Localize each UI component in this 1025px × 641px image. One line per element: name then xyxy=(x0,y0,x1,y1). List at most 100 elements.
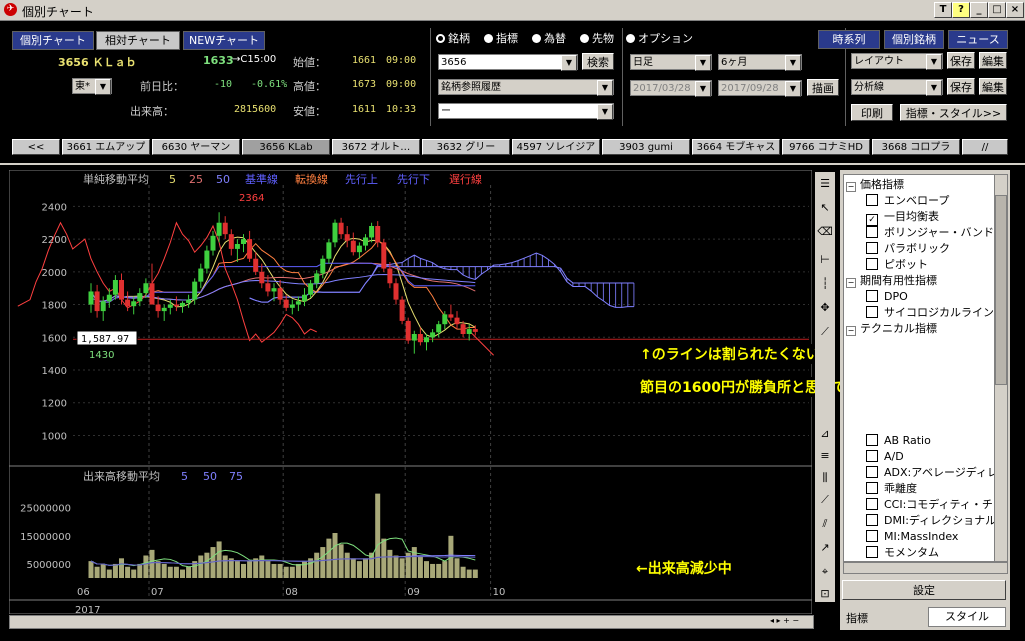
tree-item-cci[interactable]: CCI:コモディティ・チャ xyxy=(866,497,994,513)
tree-item-mi[interactable]: MI:MassIndex xyxy=(866,529,958,545)
stock-tab-prev[interactable]: << xyxy=(12,139,60,155)
stock-tab[interactable]: 9766 コナミHD xyxy=(782,139,870,155)
tree-item-dpo[interactable]: DPO xyxy=(866,289,908,305)
maximize-button[interactable]: □ xyxy=(988,2,1006,18)
edit-analysis-button[interactable]: 編集 xyxy=(979,78,1007,95)
save-layout-button[interactable]: 保存 xyxy=(947,52,975,69)
ray-icon[interactable]: ⟋ xyxy=(817,492,833,508)
tab-relative-chart[interactable]: 相対チャート xyxy=(96,31,180,50)
layout-select[interactable]: レイアウト ▼ xyxy=(851,53,943,70)
tree-item-adx[interactable]: ADX:アベレージディレ xyxy=(866,465,994,481)
stock-tab[interactable]: 4597 ソレイジア xyxy=(512,139,600,155)
tab-indicator[interactable]: 指標 xyxy=(846,610,868,626)
tree-item-ichimoku[interactable]: ✓ 一目均衡表 xyxy=(866,209,939,226)
radio-options[interactable]: オプション xyxy=(626,30,693,46)
tree-item-psychological[interactable]: サイコロジカルライン xyxy=(866,305,994,321)
scroll-thumb[interactable] xyxy=(995,195,1007,385)
fib-icon[interactable]: ≡ xyxy=(817,448,833,464)
cross-icon[interactable]: ✥ xyxy=(817,300,833,316)
period-type-select[interactable]: 日足 ▼ xyxy=(630,54,712,71)
tree-item-dmi[interactable]: DMI:ディレクショナル xyxy=(866,513,994,529)
candle-body xyxy=(350,240,356,253)
cursor-icon[interactable]: ↖ xyxy=(817,200,833,216)
market-select[interactable]: 東* ▼ xyxy=(72,78,112,95)
tree-hscrollbar[interactable] xyxy=(843,562,1008,574)
arrow-icon[interactable]: ↗ xyxy=(817,540,833,556)
radio-futures[interactable]: 先物 xyxy=(580,30,614,46)
indicator-style-button[interactable]: 指標・スタイル>> xyxy=(900,104,1007,121)
volume-bar xyxy=(472,569,478,578)
print-button[interactable]: 印刷 xyxy=(851,104,893,121)
volume-bar xyxy=(161,563,167,578)
price-tick-label: 1200 xyxy=(42,399,67,410)
tab-individual-chart[interactable]: 個別チャート xyxy=(12,31,94,50)
date-from[interactable]: 2017/03/28 ▼ xyxy=(630,80,712,97)
chevron-down-icon: ▼ xyxy=(95,79,111,95)
stock-tab[interactable]: 3664 モブキャス xyxy=(692,139,780,155)
stock-tab[interactable]: 3672 オルト… xyxy=(332,139,420,155)
volume-bar xyxy=(253,558,259,578)
channel-icon[interactable]: ⫽ xyxy=(817,516,833,532)
zoom-controls[interactable]: ◂ ▸ + − xyxy=(770,616,810,626)
blank-select[interactable]: ー ▼ xyxy=(438,103,614,120)
candle-body xyxy=(173,304,179,307)
menu-icon[interactable]: ☰ xyxy=(817,176,833,192)
tree-item-deviation[interactable]: 乖離度 xyxy=(866,481,917,497)
trendline-icon[interactable]: ⟋ xyxy=(817,324,833,340)
volume-bar xyxy=(466,569,472,578)
volume-bar xyxy=(436,563,442,578)
cycle-icon[interactable]: ⫼ xyxy=(817,470,833,486)
stock-tab-active[interactable]: 3656 KLab xyxy=(242,139,330,155)
tree-item-ad[interactable]: A/D xyxy=(866,449,904,465)
timeseries-button[interactable]: 時系列 xyxy=(818,30,880,49)
tab-new-chart[interactable]: NEWチャート xyxy=(183,31,265,50)
edit-layout-button[interactable]: 編集 xyxy=(979,52,1007,69)
tree-group-technical[interactable]: − テクニカル指標 xyxy=(846,321,937,337)
period-range-select[interactable]: 6ヶ月 ▼ xyxy=(718,54,802,71)
stock-tab[interactable]: 3668 コロプラ xyxy=(872,139,960,155)
tree-item-momentum[interactable]: モメンタム xyxy=(866,545,939,561)
individual-stock-button[interactable]: 個別銘柄 xyxy=(884,30,944,49)
search-button[interactable]: 検索 xyxy=(582,53,614,70)
minimize-button[interactable]: _ xyxy=(970,2,988,18)
tree-item-parabolic[interactable]: パラボリック xyxy=(866,241,950,257)
news-button[interactable]: ニュース xyxy=(948,30,1008,49)
date-to[interactable]: 2017/09/28 ▼ xyxy=(718,80,802,97)
hline-icon[interactable]: ⊢ xyxy=(817,252,833,268)
settings-button[interactable]: 設定 xyxy=(842,580,1006,600)
text-button[interactable]: T xyxy=(934,2,952,18)
code-input[interactable]: 3656 ▼ xyxy=(438,54,578,71)
tree-item-bollinger[interactable]: ボリンジャー・バンド xyxy=(866,225,994,241)
help-button[interactable]: ? xyxy=(952,2,970,18)
chart-hscrollbar[interactable]: ◂ ▸ + − xyxy=(9,615,814,629)
zoom-icon[interactable]: ⊡ xyxy=(817,586,833,602)
volume-bar xyxy=(393,555,399,578)
tree-item-ab-ratio[interactable]: AB Ratio xyxy=(866,433,931,449)
tree-group-price[interactable]: − 価格指標 xyxy=(846,177,904,193)
history-select[interactable]: 銘柄参照履歴 ▼ xyxy=(438,79,614,96)
chevron-down-icon: ▼ xyxy=(926,54,942,70)
tab-style[interactable]: スタイル xyxy=(928,607,1006,627)
radio-stock[interactable]: 銘柄 xyxy=(436,30,470,46)
radio-fx[interactable]: 為替 xyxy=(532,30,566,46)
save-analysis-button[interactable]: 保存 xyxy=(947,78,975,95)
analysis-line-select[interactable]: 分析線 ▼ xyxy=(851,79,943,96)
candle-body xyxy=(204,250,210,269)
text-tool-icon[interactable]: ⌖ xyxy=(817,564,833,580)
tree-scrollbar[interactable] xyxy=(994,174,1008,562)
draw-button[interactable]: 描画 xyxy=(807,79,839,96)
fan-icon[interactable]: ⊿ xyxy=(817,426,833,442)
stock-tab-next[interactable]: // xyxy=(962,139,1008,155)
tree-item-pivot[interactable]: ピボット xyxy=(866,257,928,273)
close-button[interactable]: × xyxy=(1006,2,1024,18)
tree-group-period[interactable]: − 期間有用性指標 xyxy=(846,273,937,289)
tree-item-envelope[interactable]: エンベロープ xyxy=(866,193,949,209)
radio-index[interactable]: 指標 xyxy=(484,30,518,46)
stock-tab[interactable]: 6630 ヤーマン xyxy=(152,139,240,155)
vline-icon[interactable]: ┆ xyxy=(817,276,833,292)
candle-body xyxy=(424,337,429,343)
stock-tab[interactable]: 3903 gumi xyxy=(602,139,690,155)
eraser-icon[interactable]: ⌫ xyxy=(817,224,833,240)
stock-tab[interactable]: 3632 グリー xyxy=(422,139,510,155)
stock-tab[interactable]: 3661 エムアップ xyxy=(62,139,150,155)
